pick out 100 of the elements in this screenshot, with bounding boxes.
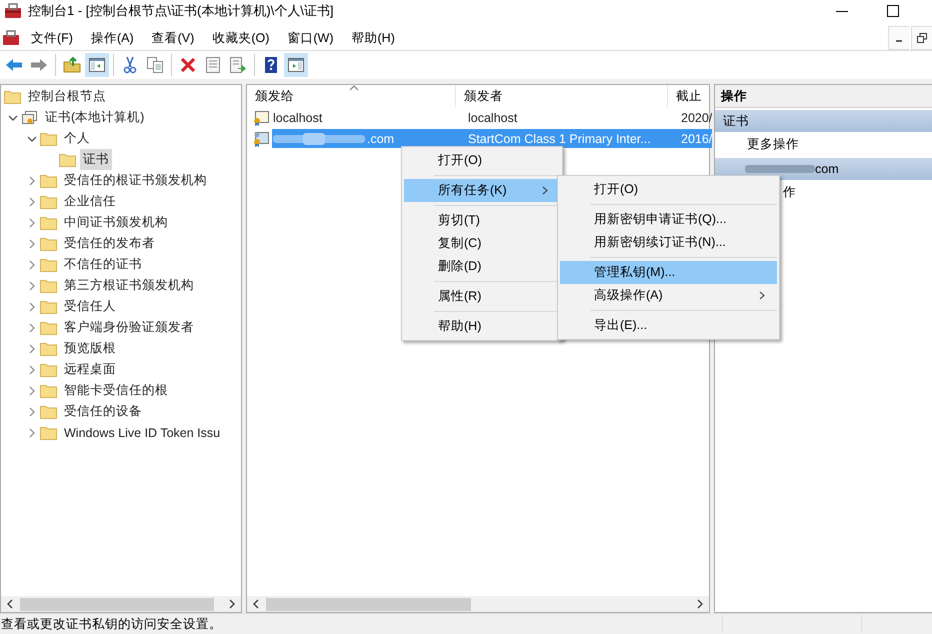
menu-item[interactable]: 导出(E)... [560, 314, 777, 337]
scroll-right-icon [228, 599, 236, 609]
tree-icon [88, 56, 106, 74]
maximize-icon[interactable] [887, 5, 899, 17]
column-header[interactable]: 截止 [668, 85, 709, 107]
toolbox-icon[interactable] [2, 30, 20, 46]
tree-item[interactable]: 受信任的设备 [61, 401, 145, 422]
expand-icon[interactable] [26, 364, 36, 374]
actions-button[interactable] [284, 53, 308, 77]
collapse-icon[interactable] [26, 134, 36, 144]
expand-icon[interactable] [26, 280, 36, 290]
restore-child-button[interactable] [911, 26, 932, 50]
scroll-left-icon [6, 599, 14, 609]
table-cell: 2020/ [680, 110, 712, 124]
folder-icon [40, 383, 57, 398]
tree-item[interactable]: 个人 [61, 128, 93, 149]
table-cell: 2016/ [680, 132, 712, 146]
list-row[interactable]: localhost localhost 2020/ [272, 108, 712, 127]
menu-item[interactable]: 删除(D) [404, 255, 560, 278]
tree-item[interactable]: 不信任的证书 [61, 254, 145, 275]
folder-icon [4, 89, 21, 104]
folder-icon [40, 194, 57, 209]
expand-icon[interactable] [26, 176, 36, 186]
expand-icon[interactable] [26, 428, 36, 438]
folder-icon [59, 152, 76, 167]
folder-icon [40, 299, 57, 314]
copy-icon [146, 56, 164, 74]
expand-icon[interactable] [26, 260, 36, 270]
menu-item[interactable]: 打开(O) [404, 149, 560, 172]
menu-item[interactable]: 所有任务(K) [404, 179, 560, 202]
tree-item[interactable]: 客户端身份验证颁发者 [61, 317, 197, 338]
expand-icon[interactable] [26, 322, 36, 332]
folder-icon [40, 404, 57, 419]
collapse-icon[interactable] [8, 112, 18, 122]
menu-item[interactable]: 属性(R) [404, 285, 560, 308]
tree-item[interactable]: 中间证书颁发机构 [61, 212, 171, 233]
folder-icon [40, 215, 57, 230]
export-icon [229, 56, 247, 74]
actions-icon [287, 56, 305, 74]
menu-item[interactable]: 高级操作(A) [560, 284, 777, 307]
menu-item[interactable]: 用新密钥续订证书(N)... [560, 231, 777, 254]
scroll-right-icon [696, 599, 704, 609]
expand-icon[interactable] [26, 238, 36, 248]
menu-item[interactable]: 帮助(H) [342, 28, 404, 48]
tree-item[interactable]: 预览版根 [61, 338, 119, 359]
tree-item[interactable]: 控制台根节点 [25, 86, 109, 107]
action-link[interactable]: 作 [783, 184, 796, 200]
expand-icon[interactable] [26, 344, 36, 354]
tree-item[interactable]: 企业信任 [61, 191, 119, 212]
tree-button[interactable] [85, 53, 109, 77]
menu-item[interactable]: 操作(A) [82, 28, 143, 48]
certificate-store-icon [21, 110, 38, 126]
table-cell-text: localhost [468, 110, 518, 124]
actions-group-header[interactable]: com [715, 158, 932, 180]
window-title: 控制台1 - [控制台根节点\证书(本地计算机)\个人\证书] [28, 2, 334, 20]
tree-item[interactable]: 远程桌面 [61, 359, 119, 380]
actions-group-header[interactable]: 证书 [715, 110, 932, 132]
menu-item[interactable]: 收藏夹(O) [203, 28, 278, 48]
toolbox-icon [4, 3, 22, 19]
status-text: 查看或更改证书私钥的访问安全设置。 [0, 616, 222, 632]
folder-icon [40, 236, 57, 251]
menu-item[interactable]: 用新密钥申请证书(Q)... [560, 208, 777, 231]
expand-icon[interactable] [26, 302, 36, 312]
help-icon [262, 56, 280, 74]
group-title: com [815, 162, 839, 176]
tree-item[interactable]: 证书(本地计算机) [42, 107, 148, 128]
column-header[interactable]: 颁发者 [456, 85, 668, 107]
tree-item[interactable]: Windows Live ID Token Issu [61, 424, 224, 442]
horizontal-scrollbar[interactable] [1, 596, 241, 612]
action-link[interactable]: 更多操作 [715, 132, 932, 156]
menu-item[interactable]: 窗口(W) [278, 28, 342, 48]
menu-item[interactable]: 剪切(T) [404, 209, 560, 232]
expand-icon[interactable] [26, 196, 36, 206]
menu-item[interactable]: 管理私钥(M)... [560, 261, 777, 284]
menu-item[interactable]: 查看(V) [142, 28, 204, 48]
scroll-left-icon [252, 599, 260, 609]
tree-item[interactable]: 受信任的发布者 [61, 233, 158, 254]
delete-icon [179, 56, 197, 74]
column-header[interactable]: 颁发给 [247, 85, 456, 107]
horizontal-scrollbar[interactable] [247, 596, 709, 612]
menu-item[interactable]: 打开(O) [560, 178, 777, 201]
tree-item[interactable]: 受信任的根证书颁发机构 [61, 170, 210, 191]
certificate-key-icon [252, 130, 270, 146]
expand-icon[interactable] [26, 218, 36, 228]
tree-item[interactable]: 智能卡受信任的根 [61, 380, 171, 401]
properties-icon [204, 56, 222, 74]
folder-icon [40, 257, 57, 272]
folder-icon [40, 320, 57, 335]
expand-icon[interactable] [26, 406, 36, 416]
restore-icon [917, 33, 927, 43]
tree-item[interactable]: 第三方根证书颁发机构 [61, 275, 197, 296]
folder-icon [40, 425, 57, 440]
forward-icon [30, 56, 48, 74]
tree-item[interactable]: 证书 [80, 149, 112, 170]
tree-item[interactable]: 受信任人 [61, 296, 119, 317]
menu-item[interactable]: 帮助(H) [404, 315, 560, 338]
expand-icon[interactable] [26, 386, 36, 396]
actions-header: 操作 [715, 85, 932, 108]
menu-item[interactable]: 文件(F) [22, 28, 82, 48]
menu-item[interactable]: 复制(C) [404, 232, 560, 255]
